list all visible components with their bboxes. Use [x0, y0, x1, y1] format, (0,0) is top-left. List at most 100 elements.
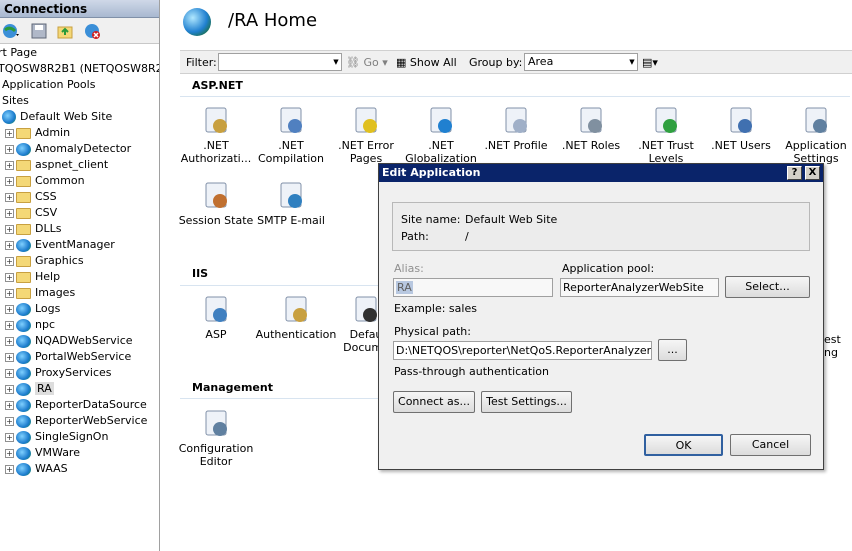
tree-item-label: DLLs — [35, 222, 62, 235]
site-info-group — [392, 202, 810, 251]
expand-icon[interactable]: + — [5, 384, 14, 394]
expand-icon[interactable]: + — [5, 368, 14, 378]
expand-icon[interactable]: + — [5, 416, 14, 426]
filter-bar: Filter: ▼ ⛓ Go ▾ ▦ Show All Group by: Ar… — [180, 50, 852, 74]
tree-item[interactable]: + ProxyServices — [5, 365, 112, 381]
expand-icon[interactable]: + — [5, 464, 14, 474]
tree-item-label: npc — [35, 318, 56, 331]
save-icon[interactable] — [30, 22, 48, 40]
test-settings-button[interactable]: Test Settings... — [481, 391, 572, 413]
expand-icon[interactable]: + — [5, 208, 14, 218]
feature-aspnet[interactable]: Application Settings — [772, 105, 852, 165]
tree-item[interactable]: + aspnet_client — [5, 157, 108, 173]
tree-item-label: aspnet_client — [35, 158, 109, 171]
chevron-down-icon: ▼ — [333, 58, 339, 66]
feature-aspnet-icon — [575, 105, 607, 137]
connections-pane: Connections rt Page TQOSW8R2B1 (NETQOSW8… — [0, 0, 160, 551]
divider — [180, 285, 380, 286]
tree-item[interactable]: + Images — [5, 285, 75, 301]
application-icon — [16, 366, 31, 380]
tree-item[interactable]: + Common — [5, 173, 85, 189]
feature-configuration-editor-icon — [200, 408, 232, 440]
folder-icon — [16, 223, 31, 235]
group-by-label: Group by: — [469, 56, 523, 69]
expand-icon[interactable]: + — [5, 256, 14, 266]
disconnect-icon[interactable] — [84, 22, 102, 40]
expand-icon[interactable]: + — [5, 272, 14, 282]
feature-smtp-email[interactable]: SMTP E-mail — [247, 180, 335, 227]
feature-configuration-editor[interactable]: Configuration Editor — [172, 408, 260, 468]
expand-icon[interactable]: + — [5, 320, 14, 330]
physical-path-field[interactable]: D:\NETQOS\reporter\NetQoS.ReporterAnalyz… — [393, 341, 652, 360]
tree-item[interactable]: + WAAS — [5, 461, 68, 477]
up-folder-icon[interactable] — [56, 22, 74, 40]
tree-item-label: PortalWebService — [35, 350, 132, 363]
tree-item[interactable]: + PortalWebService — [5, 349, 131, 365]
expand-icon[interactable]: + — [5, 240, 14, 250]
browse-button[interactable]: ... — [658, 339, 687, 361]
tree-item-label: Help — [35, 270, 61, 283]
tree-item[interactable]: + ReporterWebService — [5, 413, 147, 429]
tree-item-label: ReporterDataSource — [35, 398, 147, 411]
tree-sites[interactable]: Sites — [2, 93, 29, 109]
expand-icon[interactable]: + — [5, 336, 14, 346]
go-button[interactable]: ⛓ Go ▾ — [346, 56, 388, 69]
expand-icon[interactable]: + — [5, 352, 14, 362]
expand-icon[interactable]: + — [5, 144, 14, 154]
expand-icon[interactable]: + — [5, 224, 14, 234]
group-by-select[interactable]: Area ▼ — [524, 53, 638, 71]
tree-item[interactable]: + SingleSignOn — [5, 429, 108, 445]
expand-icon[interactable]: + — [5, 192, 14, 202]
expand-icon[interactable]: + — [5, 288, 14, 298]
tree-start-page[interactable]: rt Page — [0, 45, 37, 61]
show-all-button[interactable]: ▦ Show All — [396, 56, 457, 69]
expand-icon[interactable]: + — [5, 304, 14, 314]
filter-input[interactable]: ▼ — [218, 53, 342, 71]
expand-icon[interactable]: + — [5, 128, 14, 138]
tree-item[interactable]: + EventManager — [5, 237, 115, 253]
connect-as-button[interactable]: Connect as... — [393, 391, 475, 413]
tree-item[interactable]: + RA — [5, 381, 54, 397]
tree-item[interactable]: + AnomalyDetector — [5, 141, 131, 157]
tree-item[interactable]: + Logs — [5, 301, 60, 317]
application-icon — [16, 414, 31, 428]
tree-server[interactable]: TQOSW8R2B1 (NETQOSW8R2B1\ — [0, 61, 159, 77]
feature-asp[interactable]: ASP — [172, 294, 260, 341]
tree-item[interactable]: + Admin — [5, 125, 70, 141]
tree-item-label: CSS — [35, 190, 57, 203]
tree-item[interactable]: + VMWare — [5, 445, 80, 461]
feature-aspnet-icon — [200, 105, 232, 137]
tree-item[interactable]: + npc — [5, 317, 55, 333]
website-icon — [2, 110, 16, 124]
chevron-down-icon: ▼ — [629, 58, 635, 66]
tree-item-label: EventManager — [35, 238, 115, 251]
tree-item[interactable]: + CSS — [5, 189, 57, 205]
feature-authentication-icon — [280, 294, 312, 326]
divider — [180, 96, 850, 97]
ok-button[interactable]: OK — [644, 434, 723, 456]
application-icon — [16, 430, 31, 444]
tree-item[interactable]: + DLLs — [5, 221, 61, 237]
tree-item[interactable]: + Graphics — [5, 253, 84, 269]
tree-default-site[interactable]: Default Web Site — [2, 109, 112, 125]
view-toggle-icon[interactable]: ▤▾ — [642, 56, 658, 69]
cancel-button[interactable]: Cancel — [730, 434, 811, 456]
close-button[interactable]: X — [805, 166, 820, 180]
tree-item[interactable]: + Help — [5, 269, 60, 285]
expand-icon[interactable]: + — [5, 160, 14, 170]
alias-field[interactable]: RA — [393, 278, 553, 297]
tree-app-pools[interactable]: Application Pools — [2, 77, 95, 93]
pool-label: Application pool: — [562, 262, 655, 275]
expand-icon[interactable]: + — [5, 400, 14, 410]
tree-item[interactable]: + ReporterDataSource — [5, 397, 147, 413]
expand-icon[interactable]: + — [5, 432, 14, 442]
expand-icon[interactable]: + — [5, 448, 14, 458]
feature-partial-right[interactable]: est ng — [824, 333, 841, 359]
tree-item[interactable]: + CSV — [5, 205, 57, 221]
select-button[interactable]: Select... — [725, 276, 810, 298]
tree-item[interactable]: + NQADWebService — [5, 333, 133, 349]
icon-label: ASP — [205, 328, 227, 341]
expand-icon[interactable]: + — [5, 176, 14, 186]
help-button[interactable]: ? — [787, 166, 802, 180]
connect-globe-icon[interactable] — [2, 22, 20, 40]
